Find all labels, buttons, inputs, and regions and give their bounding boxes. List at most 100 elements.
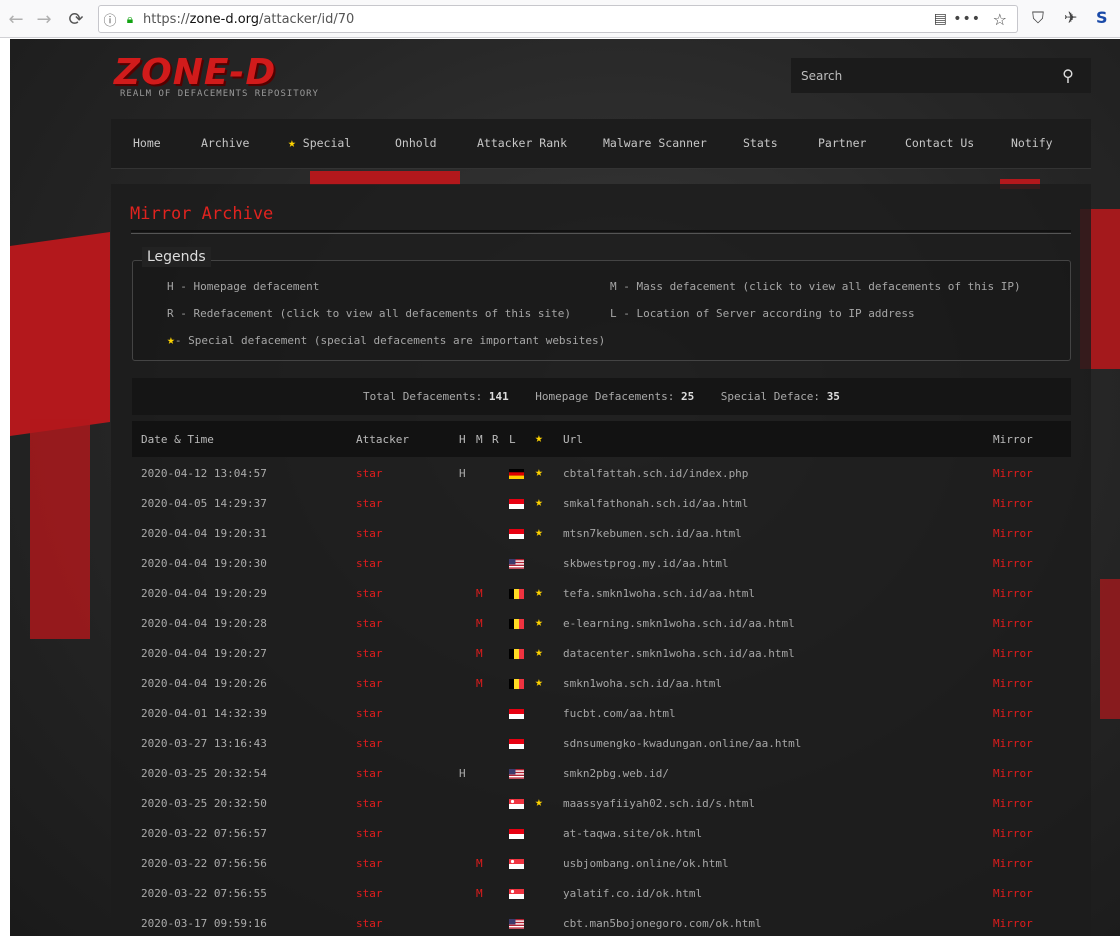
address-bar[interactable]: ⓘ 🔒︎ https://zone-d.org/attacker/id/70 ▤… (98, 5, 1018, 33)
legend-title: Legends (142, 247, 211, 267)
menu-item-partner[interactable]: Partner (818, 136, 866, 150)
country-flag-icon (509, 799, 524, 809)
country-flag-icon (509, 619, 524, 629)
col-l: L (509, 433, 516, 446)
table-row: 2020-04-04 19:20:29 star M ★ tefa.smkn1woha.… (132, 579, 1071, 609)
table-row: 2020-03-27 13:16:43 star sdnsumengko-kwadu… (132, 729, 1071, 759)
more-options-icon[interactable]: ••• (953, 11, 981, 27)
special-defacements: 35 (826, 390, 840, 403)
row-attacker-link[interactable]: star (356, 857, 383, 870)
row-attacker-link[interactable]: star (356, 707, 383, 720)
row-url: at-taqwa.site/ok.html (563, 827, 703, 840)
row-mass-link[interactable]: M (476, 647, 483, 660)
total-defacements: 141 (488, 390, 509, 403)
menu-item-notify[interactable]: Notify (1011, 136, 1053, 150)
menu-item-contact-us[interactable]: Contact Us (905, 136, 974, 150)
row-attacker-link[interactable]: star (356, 887, 383, 900)
row-mirror-link[interactable]: Mirror (993, 917, 1033, 930)
row-mirror-link[interactable]: Mirror (993, 647, 1033, 660)
row-mirror-link[interactable]: Mirror (993, 557, 1033, 570)
row-url: yalatif.co.id/ok.html (563, 887, 703, 900)
row-url: cbt.man5bojonegoro.com/ok.html (563, 917, 762, 930)
table-header: Date & Time Attacker H M R L ★ Url Mirro… (132, 421, 1071, 457)
row-homepage-flag: H (459, 767, 466, 780)
back-button-icon[interactable]: ← (2, 5, 30, 33)
special-star-icon: ★ (535, 585, 543, 600)
row-date: 2020-03-22 07:56:55 (141, 887, 267, 900)
col-h: H (459, 433, 466, 446)
page-title: Mirror Archive (130, 204, 274, 224)
row-mirror-link[interactable]: Mirror (993, 677, 1033, 690)
row-attacker-link[interactable]: star (356, 677, 383, 690)
row-mirror-link[interactable]: Mirror (993, 737, 1033, 750)
menu-item-attacker-rank[interactable]: Attacker Rank (477, 136, 567, 150)
info-icon[interactable]: ⓘ (99, 10, 121, 29)
row-mirror-link[interactable]: Mirror (993, 467, 1033, 480)
table-row: 2020-03-25 20:32:50 star ★ maassyafiiyah02.… (132, 789, 1071, 819)
row-mirror-link[interactable]: Mirror (993, 767, 1033, 780)
site-logo[interactable]: ZONE-D REALM OF DEFACEMENTS REPOSITORY (114, 55, 319, 100)
row-mirror-link[interactable]: Mirror (993, 527, 1033, 540)
row-mirror-link[interactable]: Mirror (993, 797, 1033, 810)
row-mirror-link[interactable]: Mirror (993, 587, 1033, 600)
row-mirror-link[interactable]: Mirror (993, 887, 1033, 900)
row-attacker-link[interactable]: star (356, 587, 383, 600)
s-extension-icon[interactable]: S (1096, 8, 1108, 27)
url-text[interactable]: https://zone-d.org/attacker/id/70 (139, 12, 354, 27)
table-row: 2020-04-04 19:20:27 star M ★ datacenter.smkn… (132, 639, 1071, 669)
search-input[interactable] (791, 68, 1051, 83)
country-flag-icon (509, 739, 524, 749)
row-attacker-link[interactable]: star (356, 557, 383, 570)
row-attacker-link[interactable]: star (356, 467, 383, 480)
row-attacker-link[interactable]: star (356, 617, 383, 630)
row-mass-link[interactable]: M (476, 617, 483, 630)
row-url: e-learning.smkn1woha.sch.id/aa.html (563, 617, 795, 630)
menu-item-home[interactable]: Home (133, 136, 161, 150)
bookmark-star-icon[interactable]: ☆ (993, 10, 1007, 29)
row-attacker-link[interactable]: star (356, 767, 383, 780)
row-mirror-link[interactable]: Mirror (993, 827, 1033, 840)
country-flag-icon (509, 829, 524, 839)
row-attacker-link[interactable]: star (356, 917, 383, 930)
row-mirror-link[interactable]: Mirror (993, 617, 1033, 630)
row-mirror-link[interactable]: Mirror (993, 857, 1033, 870)
reader-view-icon[interactable]: ▤ (934, 11, 947, 27)
row-attacker-link[interactable]: star (356, 737, 383, 750)
row-date: 2020-04-01 14:32:39 (141, 707, 267, 720)
special-star-icon: ★ (535, 795, 543, 810)
table-row: 2020-04-04 19:20:30 star skbwestprog.my.id… (132, 549, 1071, 579)
shield-icon[interactable]: ⛉ (1032, 8, 1044, 28)
row-url: datacenter.smkn1woha.sch.id/aa.html (563, 647, 795, 660)
country-flag-icon (509, 889, 524, 899)
row-url: fucbt.com/aa.html (563, 707, 676, 720)
menu-item-stats[interactable]: Stats (743, 136, 778, 150)
row-mirror-link[interactable]: Mirror (993, 497, 1033, 510)
menu-item-archive[interactable]: Archive (201, 136, 249, 150)
row-mass-link[interactable]: M (476, 587, 483, 600)
country-flag-icon (509, 859, 524, 869)
search-icon[interactable]: ⚲ (1051, 66, 1085, 85)
row-url: maassyafiiyah02.sch.id/s.html (563, 797, 756, 810)
row-mass-link[interactable]: M (476, 887, 483, 900)
row-mass-link[interactable]: M (476, 677, 483, 690)
menu-item-special[interactable]: ★ Special (288, 136, 351, 151)
row-date: 2020-03-25 20:32:54 (141, 767, 267, 780)
country-flag-icon (509, 589, 524, 599)
menu-item-onhold[interactable]: Onhold (395, 136, 437, 150)
row-url: mtsn7kebumen.sch.id/aa.html (563, 527, 742, 540)
row-attacker-link[interactable]: star (356, 647, 383, 660)
row-mass-link[interactable]: M (476, 857, 483, 870)
row-date: 2020-04-04 19:20:29 (141, 587, 267, 600)
extension-icon[interactable]: ✈ (1064, 8, 1077, 27)
title-divider (131, 230, 1071, 234)
row-attacker-link[interactable]: star (356, 527, 383, 540)
menu-item-malware-scanner[interactable]: Malware Scanner (603, 136, 707, 150)
col-special-star-icon: ★ (535, 431, 543, 446)
reload-button-icon[interactable]: ⟳ (62, 5, 90, 33)
row-attacker-link[interactable]: star (356, 497, 383, 510)
row-mirror-link[interactable]: Mirror (993, 707, 1033, 720)
stats-bar: Total Defacements: 141 Homepage Defaceme… (132, 378, 1071, 415)
row-attacker-link[interactable]: star (356, 797, 383, 810)
row-attacker-link[interactable]: star (356, 827, 383, 840)
forward-button-icon[interactable]: → (30, 5, 58, 33)
